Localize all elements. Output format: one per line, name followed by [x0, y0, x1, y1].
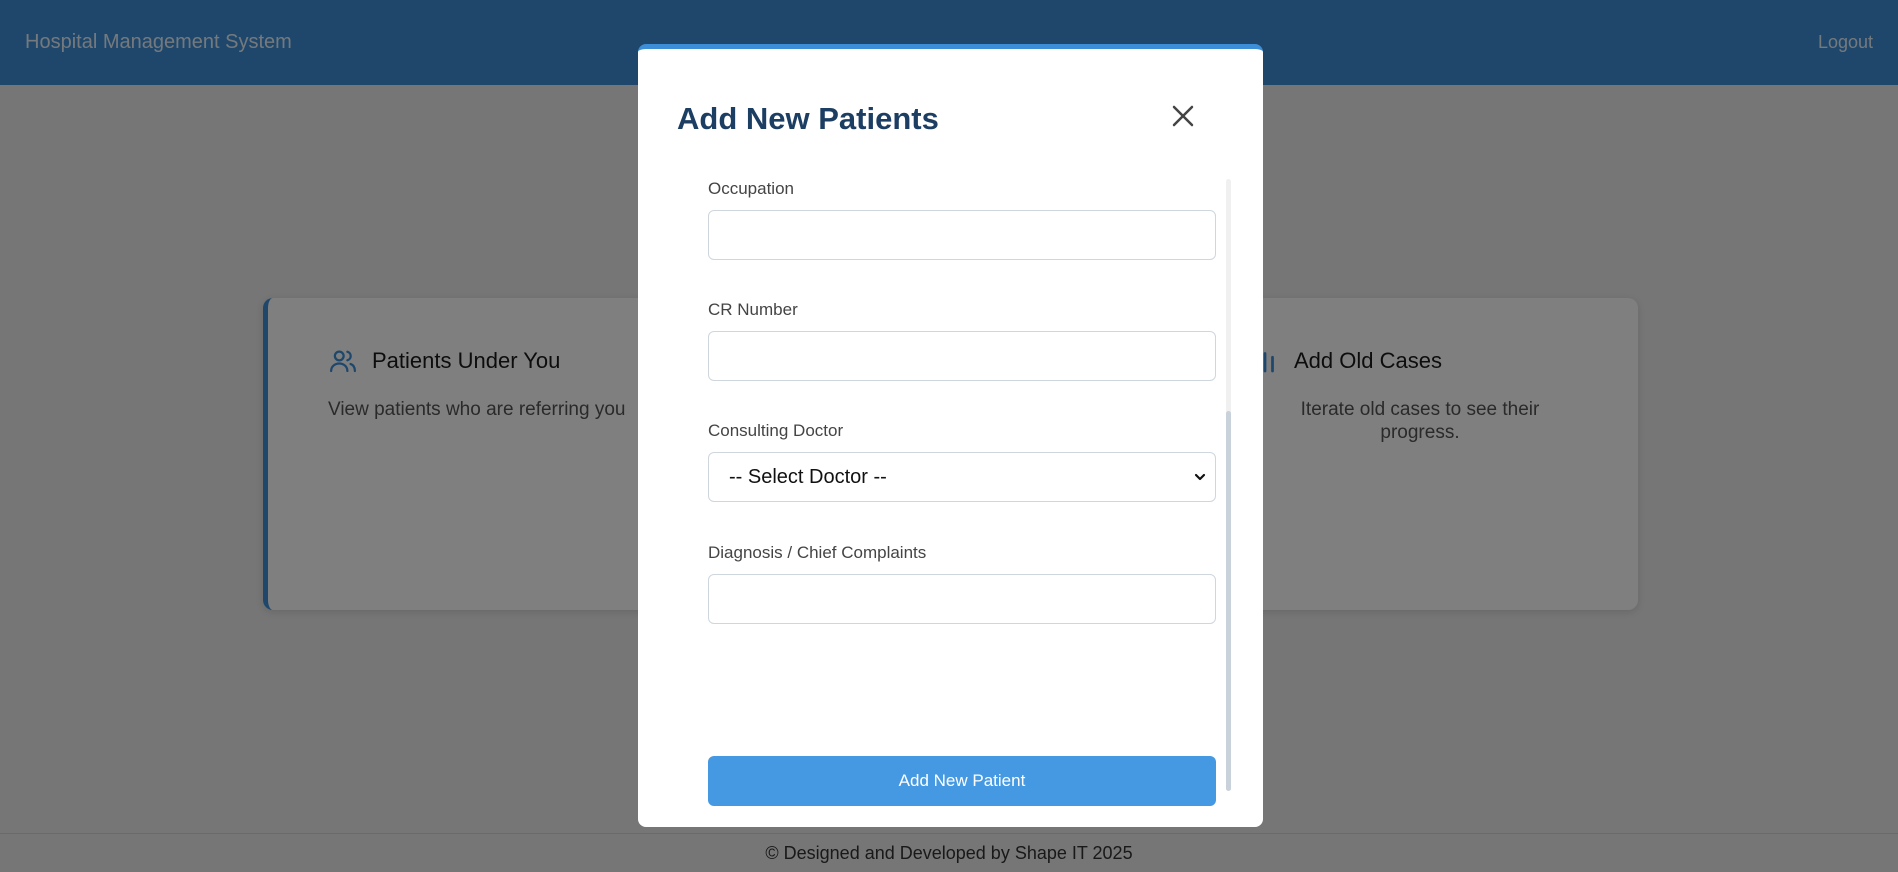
scrollbar-track[interactable]: [1226, 179, 1231, 791]
consulting-doctor-field-group: Consulting Doctor -- Select Doctor --: [708, 421, 1216, 502]
chevron-down-icon: [1193, 470, 1207, 484]
consulting-doctor-select[interactable]: -- Select Doctor --: [708, 452, 1216, 502]
cr-number-input[interactable]: [708, 331, 1216, 381]
modal-title: Add New Patients: [677, 101, 939, 136]
add-patient-modal: Add New Patients Occupation CR Number Co…: [638, 44, 1263, 827]
cr-number-field-group: CR Number: [708, 300, 1216, 381]
add-new-patient-button[interactable]: Add New Patient: [708, 756, 1216, 806]
occupation-input[interactable]: [708, 210, 1216, 260]
diagnosis-input[interactable]: [708, 574, 1216, 624]
occupation-field-group: Occupation: [708, 179, 1216, 260]
select-value: -- Select Doctor --: [729, 465, 887, 488]
consulting-doctor-label: Consulting Doctor: [708, 421, 844, 440]
diagnosis-label: Diagnosis / Chief Complaints: [708, 543, 927, 562]
close-icon[interactable]: [1168, 101, 1198, 131]
scrollbar-thumb[interactable]: [1226, 411, 1231, 791]
cr-number-label: CR Number: [708, 300, 798, 319]
diagnosis-field-group: Diagnosis / Chief Complaints: [708, 543, 1216, 624]
form-scroll-area: Occupation CR Number Consulting Doctor -…: [708, 179, 1218, 806]
occupation-label: Occupation: [708, 179, 794, 198]
